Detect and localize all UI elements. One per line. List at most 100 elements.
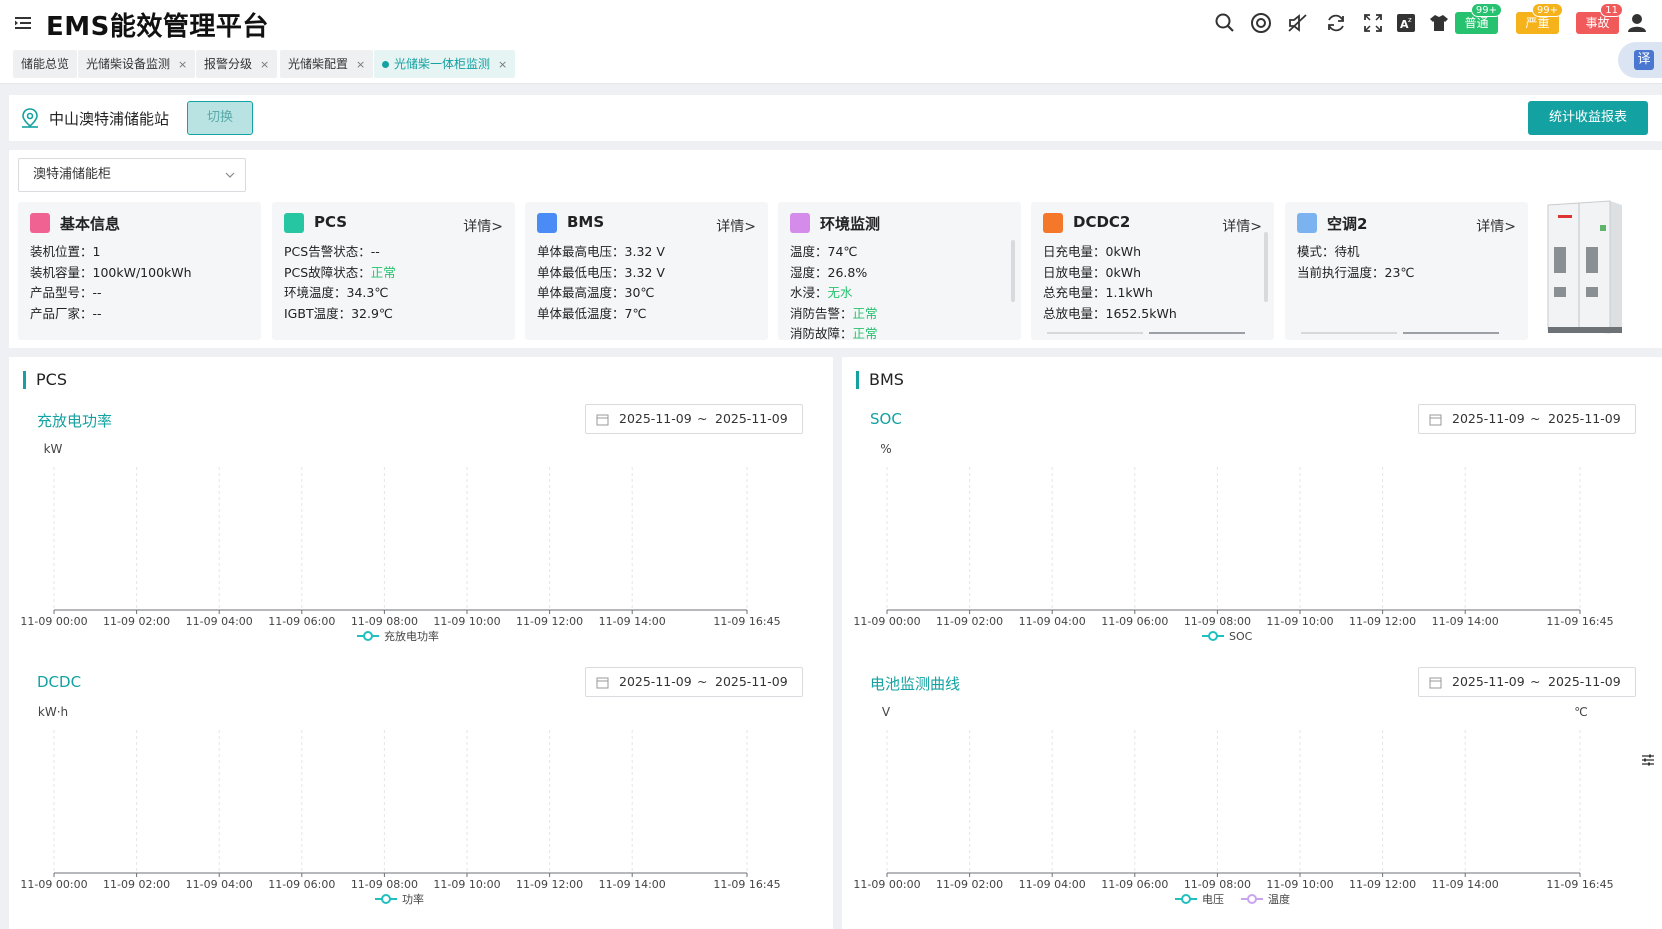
card-row: 湿度：26.8%	[790, 263, 878, 284]
card-row: 当前执行温度：23℃	[1297, 263, 1414, 284]
date-range-picker[interactable]: 2025-11-09 ~2025-11-09	[585, 404, 803, 434]
chevron-down-icon	[225, 172, 235, 178]
card-body: 日充电量：0kWh 日放电量：0kWh 总充电量：1.1kWh 总放电量：1652.5…	[1043, 242, 1177, 324]
x-tick-label: 11-09 12:00	[1349, 615, 1416, 628]
card-body: 模式：待机 当前执行温度：23℃	[1297, 242, 1414, 283]
close-icon[interactable]: ×	[178, 58, 187, 71]
device-card: 环境监测 温度：74℃ 湿度：26.8% 水浸：无水 消防告警：正常 消防故障：正常	[778, 202, 1021, 340]
alert-accident-button[interactable]: 事故 11	[1576, 3, 1623, 34]
menu-toggle-icon[interactable]	[14, 14, 32, 32]
x-tick-label: 11-09 10:00	[433, 615, 500, 628]
legend-label: 电压	[1202, 893, 1224, 906]
legend-item[interactable]: 温度	[1241, 892, 1290, 906]
field-value: 3.32 V	[624, 244, 665, 259]
tab-label: 光储柴设备监测	[86, 57, 171, 71]
field-label: 总放电量：	[1043, 305, 1106, 321]
x-tick-label: 11-09 02:00	[103, 615, 170, 628]
legend-item[interactable]: SOC	[1202, 630, 1253, 643]
tab-device-monitor[interactable]: 光储柴设备监测 ×	[78, 50, 196, 78]
field-label: 湿度：	[790, 264, 828, 280]
x-tick-label: 11-09 02:00	[936, 615, 1003, 628]
alert-serious-button[interactable]: 严重 99+	[1516, 3, 1563, 34]
pcs-icon	[284, 213, 304, 233]
x-tick-label: 11-09 16:45	[713, 615, 780, 628]
theme-skin-icon[interactable]	[1428, 12, 1450, 34]
field-value: --	[370, 244, 380, 259]
device-card: DCDC2 详情> 日充电量：0kWh 日放电量：0kWh 总充电量：1.1kWh 总放电…	[1031, 202, 1274, 340]
mute-icon[interactable]	[1287, 12, 1309, 34]
x-tick-label: 11-09 06:00	[1101, 615, 1168, 628]
close-icon[interactable]: ×	[356, 58, 365, 71]
card-title: DCDC2	[1073, 213, 1131, 231]
field-label: 产品厂家：	[30, 305, 93, 321]
translate-icon: 译	[1634, 50, 1654, 70]
revenue-report-button[interactable]: 统计收益报表	[1528, 101, 1648, 135]
aircon-icon	[1297, 213, 1317, 233]
y-axis-unit: kW	[44, 442, 63, 456]
user-avatar-icon[interactable]	[1626, 12, 1648, 34]
x-tick-label: 11-09 08:00	[1184, 878, 1251, 891]
carousel-indicator[interactable]	[1403, 332, 1499, 334]
y-axis-unit: V	[882, 705, 891, 719]
field-value: 30℃	[624, 285, 655, 300]
scrollbar[interactable]	[1264, 232, 1268, 302]
tab-alarm-levels[interactable]: 报警分级 ×	[196, 50, 278, 78]
details-link[interactable]: 详情>	[463, 216, 503, 236]
battery-chart: V ℃ 11-09 00:00 11-09 02:00 11-09 04:00 11-09…	[853, 705, 1613, 906]
card-body: PCS告警状态：-- PCS故障状态：正常 环境温度：34.3℃ IGBT温度：32.…	[284, 242, 396, 324]
field-label: 消防告警：	[790, 305, 853, 321]
card-row: 日充电量：0kWh	[1043, 242, 1177, 263]
help-icon[interactable]	[1250, 12, 1272, 34]
field-label: 装机容量：	[30, 264, 93, 280]
details-link[interactable]: 详情>	[716, 216, 756, 236]
date-range-picker[interactable]: 2025-11-09 ~2025-11-09	[1418, 667, 1636, 697]
alert-serious-count: 99+	[1531, 3, 1563, 17]
carousel-indicator[interactable]	[1301, 332, 1397, 334]
field-label: 模式：	[1297, 244, 1335, 259]
close-icon[interactable]: ×	[498, 58, 507, 71]
date-range-picker[interactable]: 2025-11-09 ~2025-11-09	[585, 667, 803, 697]
cabinet-select[interactable]: 澳特浦储能柜	[18, 158, 246, 192]
field-label: IGBT温度：	[284, 305, 352, 321]
station-name: 中山澳特浦储能站	[49, 110, 170, 128]
card-row: 温度：74℃	[790, 242, 878, 263]
x-tick-label: 11-09 06:00	[268, 615, 335, 628]
details-link[interactable]: 详情>	[1476, 216, 1516, 236]
legend-label: 功率	[402, 892, 424, 906]
date-from: 2025-11-09	[1452, 674, 1525, 689]
switch-station-button[interactable]: 切换	[187, 101, 253, 135]
legend-label: SOC	[1229, 630, 1253, 643]
legend-item[interactable]: 电压	[1175, 893, 1224, 906]
alert-normal-label: 普通	[1464, 16, 1489, 30]
field-value: 74℃	[827, 244, 858, 259]
field-label: PCS告警状态：	[284, 244, 371, 259]
details-link[interactable]: 详情>	[1222, 216, 1262, 236]
legend-item[interactable]: 充放电功率	[357, 629, 439, 643]
tab-config[interactable]: 光储柴配置 ×	[280, 50, 374, 78]
field-value: 7℃	[624, 305, 647, 321]
tab-cabinet-monitor[interactable]: 光储柴一体柜监测 ×	[374, 50, 516, 78]
field-label: 温度：	[790, 244, 828, 259]
field-value: 34.3℃	[346, 285, 389, 300]
close-icon[interactable]: ×	[260, 58, 269, 71]
date-range-picker[interactable]: 2025-11-09 ~2025-11-09	[1418, 404, 1636, 434]
alert-normal-button[interactable]: 普通 99+	[1455, 3, 1502, 34]
field-label: PCS故障状态：	[284, 264, 371, 280]
scrollbar[interactable]	[1011, 240, 1015, 302]
carousel-indicator[interactable]	[1149, 332, 1245, 334]
field-label: 单体最低温度：	[537, 305, 625, 321]
card-row: 水浸：无水	[790, 283, 878, 304]
search-icon[interactable]	[1214, 12, 1236, 34]
card-row: 产品厂家：--	[30, 304, 192, 325]
top-header: EMS能效管理平台 Az 普通 99+ 严重 99+ 事故 11	[0, 0, 1662, 46]
tab-storage-overview[interactable]: 储能总览	[13, 50, 78, 78]
font-size-icon[interactable]: Az	[1395, 12, 1417, 34]
fullscreen-icon[interactable]	[1362, 12, 1384, 34]
legend-item[interactable]: 功率	[375, 892, 424, 906]
carousel-indicator[interactable]	[1047, 332, 1143, 334]
field-value: 26.8%	[827, 264, 868, 280]
chart-settings-icon[interactable]	[1641, 753, 1655, 767]
translate-button[interactable]: 译	[1618, 42, 1662, 78]
card-row: 总充电量：1.1kWh	[1043, 283, 1177, 304]
refresh-icon[interactable]	[1325, 12, 1347, 34]
